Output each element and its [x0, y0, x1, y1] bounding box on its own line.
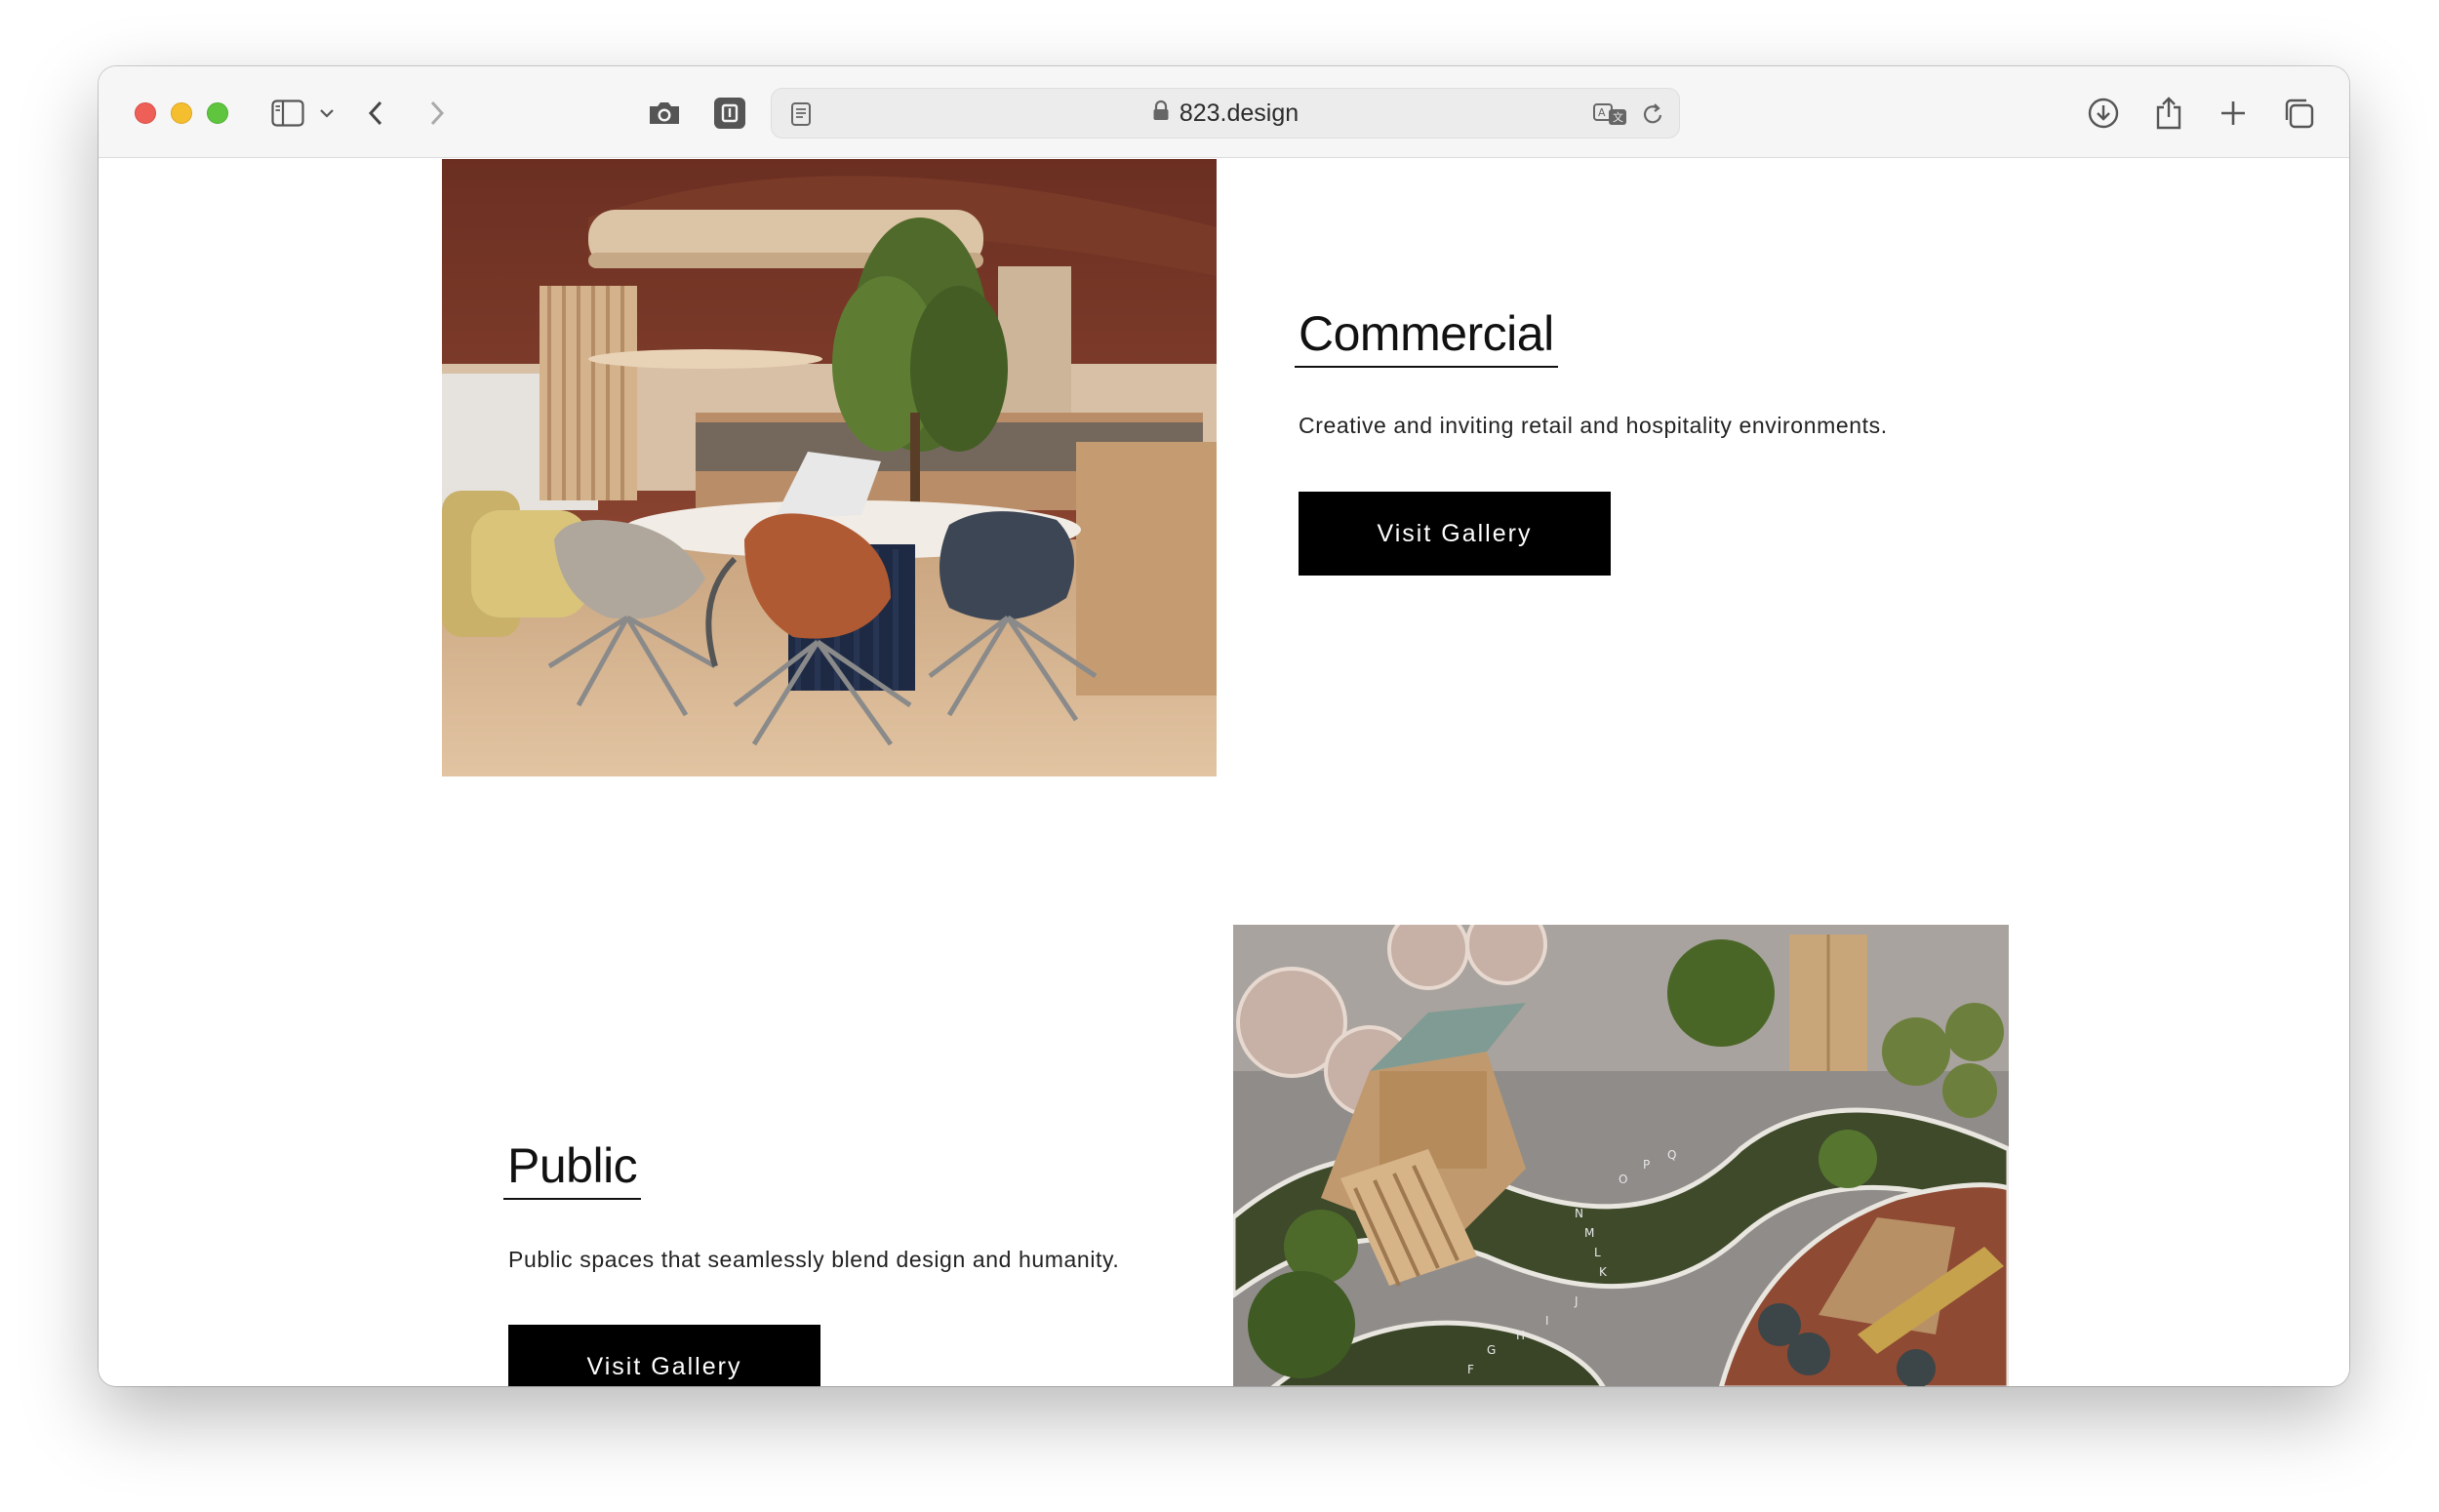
commercial-title[interactable]: Commercial [1295, 305, 1558, 368]
public-title[interactable]: Public [503, 1137, 642, 1200]
camera-icon[interactable] [645, 94, 684, 133]
public-description: Public spaces that seamlessly blend desi… [508, 1247, 1120, 1272]
svg-text:F: F [1467, 1363, 1474, 1376]
svg-text:Q: Q [1667, 1148, 1676, 1162]
svg-text:H: H [1516, 1329, 1525, 1342]
public-image[interactable]: NML K J I H GF O P Q [1233, 925, 2009, 1386]
svg-text:A: A [1598, 106, 1606, 119]
svg-text:G: G [1487, 1343, 1496, 1357]
svg-text:文: 文 [1613, 110, 1623, 124]
address-bar[interactable]: 823.design A文 [771, 88, 1680, 139]
minimize-window-button[interactable] [171, 102, 192, 124]
svg-text:O: O [1619, 1173, 1627, 1186]
public-visit-gallery-button[interactable]: Visit Gallery [508, 1325, 820, 1386]
close-window-button[interactable] [135, 102, 156, 124]
page-content: Commercial Creative and inviting retail … [99, 159, 2349, 1386]
commercial-image[interactable] [442, 159, 1217, 776]
commercial-description: Creative and inviting retail and hospita… [1299, 413, 1888, 438]
browser-window: 823.design A文 Commercial Creative and in… [99, 66, 2349, 1386]
svg-text:M: M [1584, 1226, 1594, 1240]
commercial-visit-gallery-button[interactable]: Visit Gallery [1299, 492, 1611, 576]
download-icon[interactable] [2084, 94, 2123, 133]
translate-icon[interactable]: A文 [1591, 95, 1630, 134]
svg-text:J: J [1574, 1294, 1579, 1308]
url-text: 823.design [1179, 99, 1299, 127]
share-icon[interactable] [2149, 94, 2188, 133]
zoom-window-button[interactable] [207, 102, 228, 124]
sidebar-icon[interactable] [268, 94, 307, 133]
plus-icon[interactable] [2214, 94, 2253, 133]
extension-icon[interactable] [710, 94, 749, 133]
svg-text:K: K [1599, 1265, 1608, 1279]
browser-toolbar: 823.design A文 [99, 66, 2349, 158]
back-icon[interactable] [356, 94, 395, 133]
lock-icon [1152, 99, 1170, 128]
tabs-icon[interactable] [2279, 94, 2318, 133]
reload-icon[interactable] [1634, 95, 1673, 134]
chevron-down-icon[interactable] [315, 94, 339, 133]
svg-text:I: I [1545, 1314, 1549, 1328]
forward-icon[interactable] [418, 94, 457, 133]
svg-text:P: P [1643, 1158, 1650, 1172]
svg-text:L: L [1594, 1246, 1601, 1259]
svg-text:N: N [1575, 1207, 1583, 1220]
